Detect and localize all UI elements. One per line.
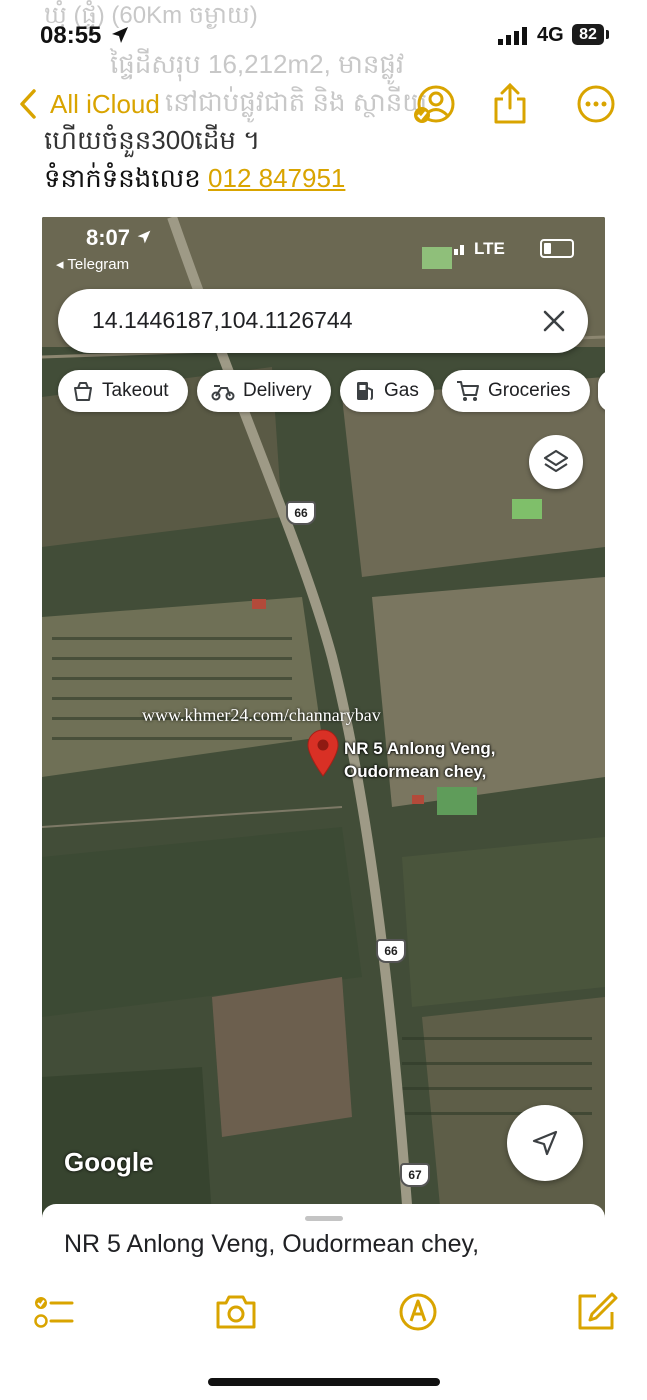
chip-groceries[interactable]: Groceries: [442, 370, 590, 412]
network-label: 4G: [537, 24, 564, 46]
map-pin-icon[interactable]: [306, 729, 340, 777]
battery-level: 82: [572, 24, 604, 45]
checklist-icon[interactable]: [32, 1290, 76, 1334]
markup-icon[interactable]: [396, 1290, 440, 1334]
route-shield: 66: [286, 501, 316, 525]
back-button[interactable]: All iCloud: [18, 84, 160, 124]
google-logo: Google: [64, 1147, 154, 1177]
back-label: All iCloud: [50, 88, 160, 119]
map-network-label: LTE: [474, 239, 505, 258]
background-note-text-4: ហើយចំនួន300ដើម ។: [44, 125, 261, 155]
locate-button[interactable]: [507, 1105, 583, 1181]
home-indicator[interactable]: [208, 1378, 440, 1386]
more-icon[interactable]: [574, 82, 618, 126]
groceries-icon: [457, 381, 479, 401]
layers-icon: [543, 449, 569, 473]
place-label-line2: Oudormean chey,: [344, 762, 487, 781]
place-label: NR 5 Anlong Veng, Oudormean chey,: [344, 737, 495, 783]
layers-button[interactable]: [529, 435, 583, 489]
share-icon[interactable]: [488, 82, 532, 126]
compose-icon[interactable]: [574, 1290, 618, 1334]
map-screenshot-image[interactable]: 8:07 ◂ Telegram LTE 14.1446187,104.11267…: [42, 217, 605, 1277]
chip-gas[interactable]: Gas: [340, 370, 434, 412]
watermark-text: www.khmer24.com/channarybav: [142, 705, 381, 725]
delivery-icon: [211, 385, 235, 401]
place-label-line1: NR 5 Anlong Veng,: [344, 739, 496, 758]
chip-takeout[interactable]: Takeout: [58, 370, 188, 412]
location-arrow-icon: [112, 27, 129, 43]
locate-icon: [532, 1130, 558, 1156]
route-shield: 67: [400, 1163, 430, 1187]
phone-link[interactable]: 012 847951: [208, 163, 345, 193]
share-people-icon[interactable]: [412, 82, 456, 126]
gas-icon: [357, 382, 373, 400]
takeout-icon: [74, 382, 92, 401]
place-sheet-title: NR 5 Anlong Veng, Oudormean chey,: [64, 1230, 480, 1258]
map-signal-icon: [454, 245, 464, 255]
sheet-drag-handle[interactable]: [305, 1216, 343, 1221]
chip-takeout-label: Takeout: [102, 380, 169, 401]
place-sheet[interactable]: NR 5 Anlong Veng, Oudormean chey,: [42, 1204, 605, 1294]
status-time-text: 08:55: [40, 22, 102, 49]
location-arrow-icon: [137, 230, 151, 244]
chip-gas-label: Gas: [384, 380, 419, 401]
status-time: 08:55: [40, 22, 130, 50]
map-search-box[interactable]: 14.1446187,104.1126744: [58, 289, 588, 353]
note-contact-line: ទំនាក់ទំនងលេខ 012 847951: [44, 162, 345, 200]
close-icon[interactable]: [542, 309, 566, 333]
chip-delivery-label: Delivery: [243, 380, 312, 401]
map-status-time-text: 8:07: [86, 225, 131, 250]
map-status-time: 8:07: [86, 225, 152, 251]
camera-icon[interactable]: [214, 1290, 258, 1334]
background-note-text-2: ផ្ទៃដីសរុប 16,212m2, មានផ្លូវ: [110, 49, 405, 79]
battery-tip: [606, 30, 609, 39]
background-note-text-3: នៅជាប់ផ្លូវជាតិ និង ស្ថានីយ: [165, 87, 428, 117]
back-chevron-icon: [20, 89, 36, 119]
map-back-app: ◂ Telegram: [56, 256, 130, 273]
map-battery-fill: [544, 243, 551, 254]
chip-groceries-label: Groceries: [488, 380, 571, 401]
route-shield: 66: [376, 939, 406, 963]
contact-prefix: ទំនាក់ទំនងលេខ: [44, 163, 201, 193]
chip-delivery[interactable]: Delivery: [197, 370, 331, 412]
signal-icon: [498, 27, 527, 45]
map-search-value: 14.1446187,104.1126744: [92, 307, 353, 333]
